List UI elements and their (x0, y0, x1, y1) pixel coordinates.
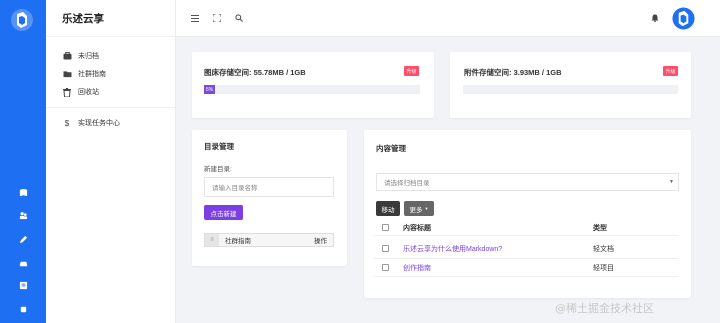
menu-icon[interactable] (190, 13, 200, 23)
archive-directory-select[interactable]: 请选择归档目录 ▼ (376, 173, 679, 191)
contact-card-icon[interactable] (17, 279, 29, 291)
attachment-storage-label: 附件存储空间: 3.93MB / 1GB (464, 68, 562, 77)
avatar[interactable] (672, 7, 695, 30)
chevron-down-icon: ▼ (669, 179, 674, 185)
content-title: 内容管理 (376, 144, 406, 153)
bell-icon[interactable] (650, 13, 660, 23)
sidebar-nav: 未归档 社群指南 回收站 (46, 37, 175, 108)
folder-icon (62, 69, 72, 79)
icon-rail (0, 0, 46, 323)
directory-item-name: 社群指南 (225, 238, 251, 245)
more-button-label: 更多 (409, 206, 423, 214)
sidebar-item-label: 实现任务中心 (78, 120, 120, 127)
sidebar-item-task-center[interactable]: $ 实现任务中心 (46, 114, 175, 132)
new-directory-label: 新建目录: (204, 166, 232, 173)
table-row: 创作指南 轻项目 (374, 259, 678, 277)
book-icon[interactable] (17, 186, 29, 198)
top-bar (176, 0, 720, 37)
directory-name-input[interactable]: 请输入目录名称 (204, 177, 334, 197)
sidebar-item-recycle-bin[interactable]: 回收站 (46, 83, 175, 101)
pencil-icon[interactable] (17, 233, 29, 245)
app-logo[interactable] (10, 8, 34, 32)
create-directory-button[interactable]: 点击新建 (204, 205, 243, 220)
sidebar: 乐述云享 未归档 社群指南 回收站 $ 实现任务中心 (46, 0, 176, 323)
more-button[interactable]: 更多 ▼ (404, 201, 434, 216)
row-checkbox[interactable] (382, 245, 389, 252)
row-checkbox[interactable] (382, 264, 389, 271)
search-icon[interactable] (234, 13, 244, 23)
select-placeholder: 请选择归档目录 (384, 180, 430, 187)
dot-icon[interactable] (17, 303, 29, 315)
sidebar-item-label: 未归档 (78, 53, 99, 60)
content-title-link[interactable]: 乐述云享为什么使用Markdown? (403, 244, 502, 254)
upgrade-badge[interactable]: 升级 (663, 66, 678, 76)
caret-down-icon: ▼ (424, 206, 429, 211)
table-row: 乐述云享为什么使用Markdown? 轻文档 (374, 239, 678, 259)
car-icon[interactable] (17, 257, 29, 269)
image-storage-label: 图床存储空间: 55.78MB / 1GB (204, 68, 306, 77)
progress-fill: 5% (204, 85, 215, 94)
briefcase-icon (62, 51, 72, 61)
dollar-icon: $ (64, 118, 70, 128)
watermark: @稀土掘金技术社区 (555, 302, 654, 315)
expand-icon[interactable] (212, 13, 222, 23)
upgrade-badge[interactable]: 升级 (404, 66, 419, 76)
table-header: 内容标题 类型 (374, 220, 678, 236)
directory-title: 目录管理 (204, 142, 234, 151)
content-title-link[interactable]: 创作指南 (403, 263, 431, 273)
directory-list-item[interactable]: ≡ 社群指南 操作 (204, 233, 334, 247)
select-all-checkbox[interactable] (382, 224, 389, 231)
directory-card: 目录管理 新建目录: 请输入目录名称 点击新建 ≡ 社群指南 操作 (192, 130, 347, 266)
sidebar-item-community-guide[interactable]: 社群指南 (46, 65, 175, 83)
directory-item-action[interactable]: 操作 (314, 235, 327, 245)
content-type: 轻项目 (593, 264, 614, 272)
image-storage-card: 图床存储空间: 55.78MB / 1GB 升级 5% (192, 52, 434, 118)
column-header: 内容标题 (403, 224, 431, 232)
attachment-storage-progress (463, 85, 678, 94)
sidebar-item-unarchived[interactable]: 未归档 (46, 47, 175, 65)
column-header: 类型 (593, 224, 607, 232)
move-button[interactable]: 移动 (376, 201, 400, 216)
drag-handle-icon[interactable]: ≡ (205, 234, 219, 246)
users-icon[interactable] (17, 209, 29, 221)
sidebar-item-label: 回收站 (78, 89, 99, 96)
image-storage-progress: 5% (204, 85, 420, 94)
trash-icon (62, 87, 72, 97)
content-card: 内容管理 请选择归档目录 ▼ 移动 更多 ▼ 内容标题 类型 乐述云享为什么使用… (364, 130, 691, 298)
app-title: 乐述云享 (46, 0, 175, 37)
attachment-storage-card: 附件存储空间: 3.93MB / 1GB 升级 (450, 52, 691, 118)
sidebar-item-label: 社群指南 (78, 71, 106, 78)
content-type: 轻文档 (593, 245, 614, 253)
